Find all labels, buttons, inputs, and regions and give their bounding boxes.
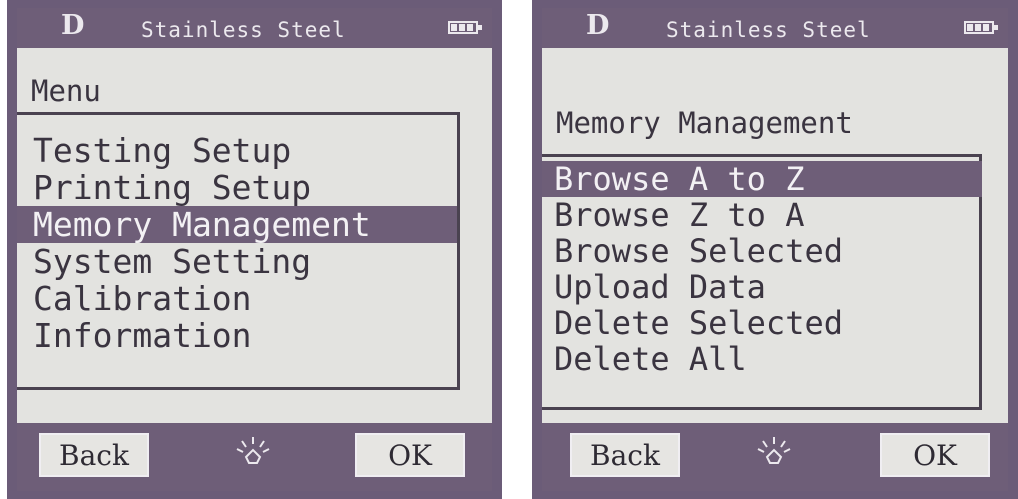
ok-button[interactable]: OK — [355, 433, 465, 477]
menu-item-calibration[interactable]: Calibration — [17, 280, 457, 317]
lcd-display: D Stainless Steel Memory Management Brow… — [542, 8, 1008, 491]
submenu-item-browse-selected[interactable]: Browse Selected — [542, 233, 982, 269]
lcd-display: D Stainless Steel Menu Testing Setup Pri… — [17, 8, 492, 491]
material-label: Stainless Steel — [666, 18, 871, 42]
submenu-list: Browse A to Z Browse Z to A Browse Selec… — [542, 161, 982, 377]
submenu-item-delete-selected[interactable]: Delete Selected — [542, 305, 982, 341]
menu-title: Menu — [31, 74, 101, 108]
softkey-bar: Back OK — [542, 423, 1008, 491]
back-button[interactable]: Back — [570, 433, 680, 477]
back-button[interactable]: Back — [39, 433, 149, 477]
status-bar: D Stainless Steel — [17, 8, 492, 48]
backlight-icon — [236, 437, 270, 464]
menu-item-system-setting[interactable]: System Setting — [17, 243, 457, 280]
battery-icon — [448, 21, 482, 34]
backlight-icon — [757, 437, 791, 464]
submenu-item-browse-z-to-a[interactable]: Browse Z to A — [542, 197, 982, 233]
ok-button[interactable]: OK — [880, 433, 990, 477]
submenu-title: Memory Management — [556, 106, 853, 140]
mode-indicator: D — [586, 10, 610, 41]
device-screen-menu: D Stainless Steel Menu Testing Setup Pri… — [7, 0, 502, 499]
material-label: Stainless Steel — [141, 18, 346, 42]
submenu-item-browse-a-to-z[interactable]: Browse A to Z — [542, 161, 982, 197]
submenu-item-delete-all[interactable]: Delete All — [542, 341, 982, 377]
status-bar: D Stainless Steel — [542, 8, 1008, 48]
menu-item-testing-setup[interactable]: Testing Setup — [17, 132, 457, 169]
menu-item-information[interactable]: Information — [17, 317, 457, 354]
softkey-bar: Back OK — [17, 423, 492, 491]
menu-item-printing-setup[interactable]: Printing Setup — [17, 169, 457, 206]
submenu-item-upload-data[interactable]: Upload Data — [542, 269, 982, 305]
menu-item-memory-management[interactable]: Memory Management — [17, 206, 457, 243]
mode-indicator: D — [61, 10, 85, 41]
battery-icon — [964, 21, 998, 34]
menu-list: Testing Setup Printing Setup Memory Mana… — [17, 132, 457, 354]
device-screen-memory-management: D Stainless Steel Memory Management Brow… — [532, 0, 1018, 499]
